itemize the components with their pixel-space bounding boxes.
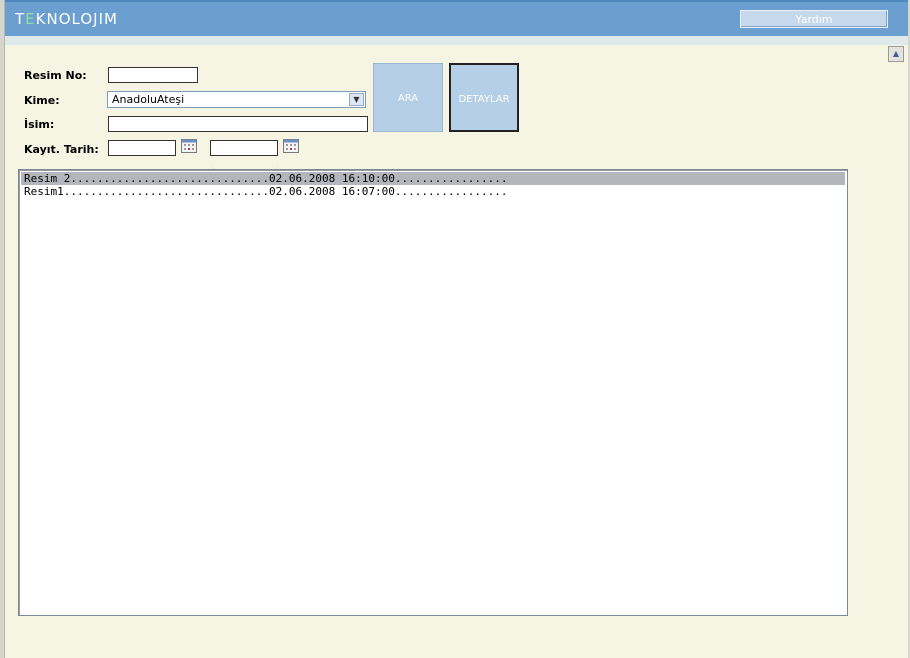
kime-select[interactable]: AnadoluAteşi ▼	[107, 91, 366, 108]
detaylar-button[interactable]: DETAYLAR	[449, 63, 519, 132]
window-frame-left	[0, 0, 5, 658]
chevron-down-icon[interactable]: ▼	[349, 93, 364, 106]
calendar-icon[interactable]	[283, 139, 299, 153]
results-listbox[interactable]: Resim 2..............................02.…	[18, 169, 848, 616]
list-item[interactable]: Resim1...............................02.…	[21, 185, 845, 198]
header-subbar	[5, 36, 908, 45]
scroll-up-icon[interactable]: ▲	[888, 46, 904, 62]
help-button[interactable]: Yardım	[740, 10, 888, 28]
calendar-icon[interactable]	[181, 139, 197, 153]
isim-label: İsim:	[24, 118, 55, 131]
kime-selected-value: AnadoluAteşi	[112, 93, 185, 106]
kime-label: Kime:	[24, 94, 60, 107]
list-item[interactable]: Resim 2..............................02.…	[21, 172, 845, 185]
header-bar: TEKNOLOJIM Yardım	[5, 0, 908, 36]
resim-no-input[interactable]	[108, 67, 198, 83]
ara-button[interactable]: ARA	[373, 63, 443, 132]
tarih-start-input[interactable]	[108, 140, 176, 156]
isim-input[interactable]	[108, 116, 368, 132]
logo: TEKNOLOJIM	[15, 10, 118, 28]
tarih-label: Kayıt. Tarih:	[24, 143, 99, 156]
tarih-end-input[interactable]	[210, 140, 278, 156]
resim-no-label: Resim No:	[24, 69, 87, 82]
